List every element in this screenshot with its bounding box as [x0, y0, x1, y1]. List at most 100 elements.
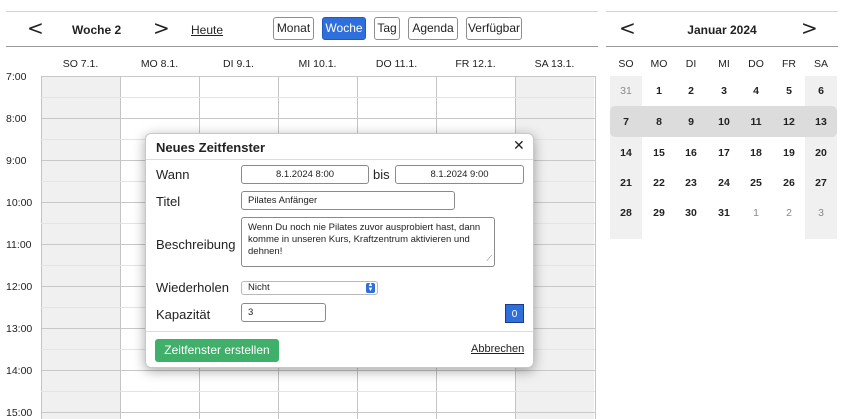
- calendar-day[interactable]: 9: [675, 106, 707, 138]
- next-month-arrow-icon[interactable]: >: [801, 18, 818, 38]
- day-header-wednesday: MI 10.1.: [298, 58, 337, 70]
- week-title: Woche 2: [72, 23, 122, 37]
- calendar-day[interactable]: 3: [708, 75, 740, 107]
- calendar-day[interactable]: 3: [805, 197, 837, 229]
- calendar-day[interactable]: 25: [740, 167, 772, 199]
- day-header-saturday: SA 13.1.: [534, 58, 575, 70]
- time-label: 9:00: [6, 155, 27, 167]
- view-month-button[interactable]: Monat: [273, 17, 314, 40]
- calendar-day[interactable]: 15: [643, 137, 675, 169]
- description-label: Beschreibung: [156, 237, 236, 252]
- select-updown-icon: ▲ ▼: [366, 282, 375, 293]
- calendar-day[interactable]: 13: [805, 106, 837, 138]
- when-label: Wann: [156, 167, 190, 182]
- description-text: Wenn Du noch nie Pilates zuvor ausprobie…: [248, 222, 481, 257]
- day-header-friday: FR 12.1.: [455, 58, 496, 70]
- weekday-header: MO: [650, 58, 668, 70]
- calendar-day[interactable]: 2: [675, 75, 707, 107]
- hour-line: [41, 118, 595, 119]
- day-header-sunday: SO 7.1.: [62, 58, 99, 70]
- resize-handle-icon[interactable]: ⟋: [486, 253, 492, 265]
- calendar-day[interactable]: 11: [740, 106, 772, 138]
- calendar-day[interactable]: 27: [805, 167, 837, 199]
- calendar-day[interactable]: 29: [643, 197, 675, 229]
- next-week-arrow-icon[interactable]: >: [153, 18, 170, 38]
- hour-line: [41, 76, 595, 77]
- calendar-day[interactable]: 4: [740, 75, 772, 107]
- end-datetime-field[interactable]: 8.1.2024 9:00: [395, 165, 524, 184]
- capacity-input[interactable]: 3: [241, 303, 326, 322]
- calendar-day[interactable]: 18: [740, 137, 772, 169]
- weekday-header: MI: [718, 58, 730, 70]
- calendar-day[interactable]: 1: [643, 75, 675, 107]
- weekday-header: FR: [782, 58, 796, 70]
- calendar-day[interactable]: 19: [773, 137, 805, 169]
- calendar-day[interactable]: 20: [805, 137, 837, 169]
- grid-right-border: [595, 76, 596, 419]
- calendar-day[interactable]: 12: [773, 106, 805, 138]
- day-header-tuesday: DI 9.1.: [223, 58, 254, 70]
- repeat-select[interactable]: Nicht ▲ ▼: [241, 281, 378, 295]
- calendar-day[interactable]: 5: [773, 75, 805, 107]
- calendar-day[interactable]: 8: [643, 106, 675, 138]
- title-input[interactable]: Pilates Anfänger: [241, 191, 455, 210]
- cancel-link[interactable]: Abbrechen: [471, 343, 524, 355]
- calendar-day[interactable]: 7: [610, 106, 642, 138]
- day-column-sunday[interactable]: [41, 76, 120, 419]
- calendar-day[interactable]: 23: [675, 167, 707, 199]
- calendar-day[interactable]: 10: [708, 106, 740, 138]
- calendar-day[interactable]: 31: [708, 197, 740, 229]
- calendar-day[interactable]: 14: [610, 137, 642, 169]
- view-week-button[interactable]: Woche: [322, 17, 366, 40]
- view-agenda-button[interactable]: Agenda: [408, 17, 458, 40]
- time-label: 10:00: [6, 197, 33, 209]
- weekday-header: DI: [685, 58, 697, 70]
- dialog-footer-divider: [146, 331, 533, 332]
- create-timeslot-button[interactable]: Zeitfenster erstellen: [155, 339, 279, 362]
- start-datetime-field[interactable]: 8.1.2024 8:00: [241, 165, 369, 184]
- time-label: 12:00: [6, 281, 33, 293]
- time-label: 13:00: [6, 323, 33, 335]
- view-available-button[interactable]: Verfügbar: [466, 17, 522, 40]
- prev-week-arrow-icon[interactable]: <: [27, 18, 44, 38]
- time-label: 14:00: [6, 365, 33, 377]
- calendar-day[interactable]: 21: [610, 167, 642, 199]
- half-hour-line: [41, 97, 595, 98]
- title-label: Titel: [156, 194, 181, 209]
- calendar-day[interactable]: 16: [675, 137, 707, 169]
- week-toolbar: < Woche 2 > Heute Monat Woche Tag Agenda…: [6, 11, 598, 47]
- calendar-day[interactable]: 6: [805, 75, 837, 107]
- time-label: 15:00: [6, 407, 33, 419]
- calendar-day[interactable]: 24: [708, 167, 740, 199]
- weekday-header: DO: [748, 58, 764, 70]
- calendar-day[interactable]: 26: [773, 167, 805, 199]
- close-icon[interactable]: ✕: [513, 138, 525, 154]
- calendar-day[interactable]: 1: [740, 197, 772, 229]
- until-label: bis: [373, 167, 390, 182]
- calendar-day[interactable]: 17: [708, 137, 740, 169]
- hour-line: [41, 412, 595, 413]
- calendar-day[interactable]: 30: [675, 197, 707, 229]
- view-day-button[interactable]: Tag: [374, 17, 400, 40]
- mini-calendar-header: < Januar 2024 >: [606, 11, 838, 47]
- hour-line: [41, 370, 595, 371]
- capacity-count-badge: 0: [505, 304, 524, 323]
- today-link[interactable]: Heute: [191, 23, 223, 37]
- time-label: 11:00: [6, 239, 32, 251]
- day-header-monday: MO 8.1.: [140, 58, 179, 70]
- calendar-day[interactable]: 28: [610, 197, 642, 229]
- time-label: 8:00: [6, 113, 27, 125]
- weekday-header: SO: [618, 58, 634, 70]
- calendar-day[interactable]: 31: [610, 75, 642, 107]
- capacity-label: Kapazität: [156, 307, 211, 322]
- new-timeslot-dialog: Neues Zeitfenster ✕ Wann 8.1.2024 8:00 b…: [145, 133, 534, 368]
- time-label: 7:00: [6, 71, 27, 83]
- calendar-day[interactable]: 2: [773, 197, 805, 229]
- half-hour-line: [41, 391, 595, 392]
- dialog-title: Neues Zeitfenster: [156, 140, 266, 155]
- repeat-label: Wiederholen: [156, 280, 229, 295]
- weekday-header: SA: [813, 58, 828, 70]
- description-textarea[interactable]: Wenn Du noch nie Pilates zuvor ausprobie…: [241, 217, 495, 267]
- calendar-day[interactable]: 22: [643, 167, 675, 199]
- dialog-header-divider: [146, 159, 533, 160]
